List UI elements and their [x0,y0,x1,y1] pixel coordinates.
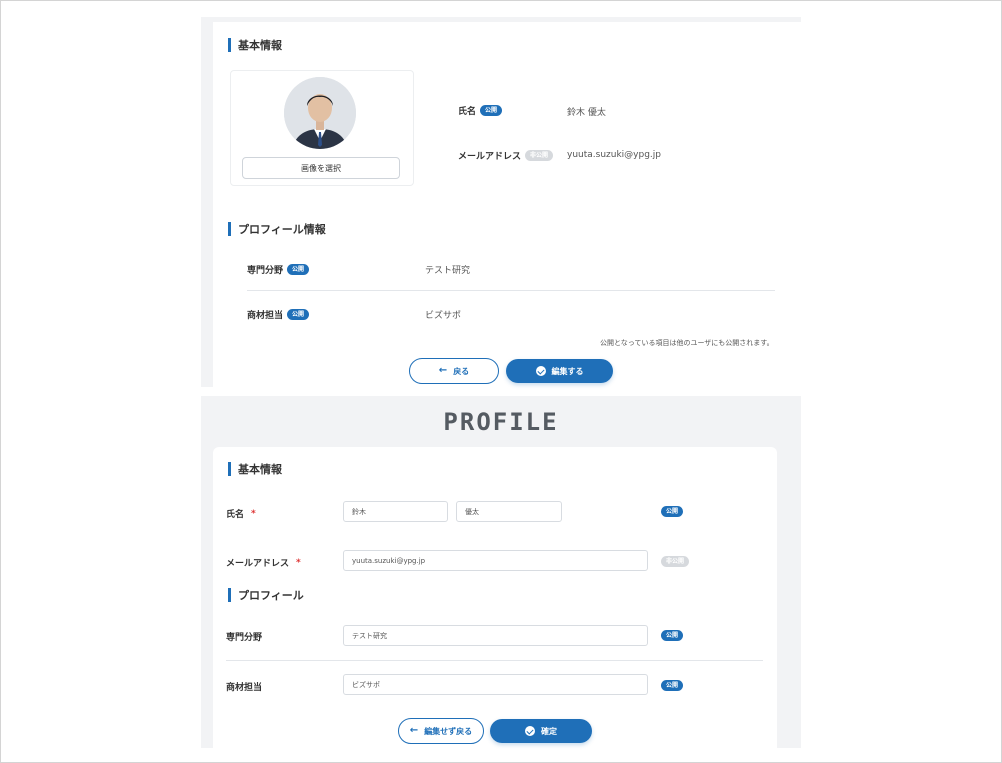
specialty-field-label: 専門分野 公開 [247,263,310,276]
email-input[interactable]: yuuta.suzuki@ypg.jp [343,550,648,571]
name-visibility-toggle[interactable]: 公開 [661,506,684,517]
arrow-left-icon: ← [409,725,419,736]
back-button[interactable]: ← 戻る [409,358,499,384]
section-title: 基本情報 [238,39,282,52]
public-badge: 公開 [480,105,503,116]
first-name-input[interactable]: 優太 [456,501,562,522]
material-label: 商材担当 [226,683,263,693]
edit-button-label: 編集する [551,366,584,376]
section-basic-info-heading: 基本情報 [228,461,282,477]
email-field-label: メールアドレス * [226,556,301,570]
back-button-label: 戻る [453,366,470,376]
check-circle-icon [535,366,546,376]
check-circle-icon [525,726,535,736]
avatar-photo-icon [284,77,356,149]
required-mark: * [296,557,301,568]
specialty-label: 専門分野 [226,633,263,643]
section-accent-bar [228,462,231,476]
material-input[interactable]: ビズサポ [343,674,648,695]
public-badge: 公開 [287,309,310,320]
email-label: メールアドレス [458,152,522,162]
name-value: 鈴木 優太 [567,108,606,118]
section-title: 基本情報 [238,463,282,476]
section-accent-bar [228,38,231,52]
section-title: プロフィール情報 [238,223,326,236]
section-basic-info-heading: 基本情報 [228,37,282,53]
confirm-button-label: 確定 [541,726,557,736]
material-field-label: 商材担当 [226,680,262,693]
row-divider [226,660,763,661]
specialty-label: 専門分野 [247,266,284,276]
select-image-button[interactable]: 画像を選択 [242,157,400,179]
email-label: メールアドレス [226,559,290,569]
page-title: PROFILE [443,408,559,436]
avatar [284,77,356,149]
edit-button[interactable]: 編集する [506,359,613,383]
public-note: 公開となっている項目は他のユーザにも公開されます。 [600,339,774,347]
section-profile-heading: プロフィール [228,587,304,603]
material-label: 商材担当 [247,311,284,321]
name-field-label: 氏名 * [226,507,256,521]
name-label: 氏名 [226,510,245,520]
name-field-label: 氏名 公開 [458,104,503,117]
row-divider [247,290,775,291]
arrow-left-icon: ← [438,365,448,376]
section-accent-bar [228,588,231,602]
confirm-button[interactable]: 確定 [490,719,592,743]
email-field-label: メールアドレス 非公開 [458,149,554,162]
last-name-input[interactable]: 鈴木 [343,501,448,522]
section-accent-bar [228,222,231,236]
specialty-input[interactable]: テスト研究 [343,625,648,646]
private-badge: 非公開 [525,150,554,161]
section-title: プロフィール [238,589,304,602]
section-profile-heading: プロフィール情報 [228,221,326,237]
specialty-value: テスト研究 [425,266,471,276]
back-without-editing-button[interactable]: ← 編集せず戻る [398,718,484,744]
name-label: 氏名 [458,107,477,117]
specialty-field-label: 専門分野 [226,630,262,643]
email-visibility-toggle[interactable]: 非公開 [661,556,690,567]
material-field-label: 商材担当 公開 [247,308,310,321]
public-badge: 公開 [287,264,310,275]
material-visibility-toggle[interactable]: 公開 [661,680,684,691]
material-value: ビズサポ [425,311,462,321]
required-mark: * [251,508,256,519]
back-button-label: 編集せず戻る [424,726,473,736]
specialty-visibility-toggle[interactable]: 公開 [661,630,684,641]
email-value: yuuta.suzuki@ypg.jp [567,150,661,160]
